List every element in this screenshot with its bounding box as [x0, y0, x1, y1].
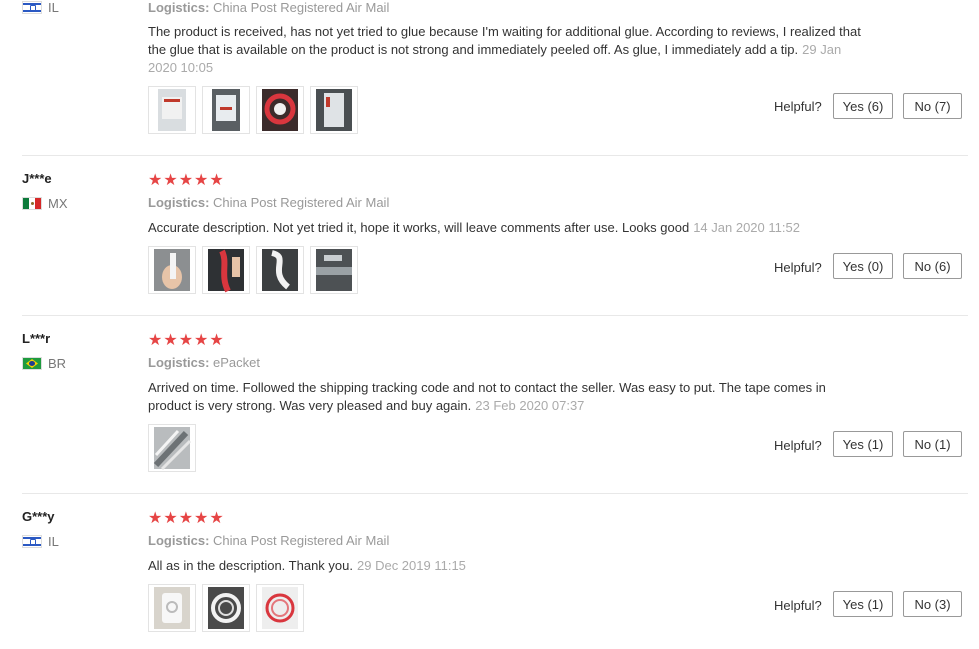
star-icon: ★	[209, 510, 225, 527]
reviewer-name: L***r	[22, 331, 51, 346]
star-icon: ★	[163, 510, 179, 527]
helpful-yes-button[interactable]: Yes (1)	[833, 591, 893, 617]
logistics-label: Logistics:	[148, 0, 210, 15]
photo-red-coil-icon[interactable]	[256, 584, 304, 632]
review-photos	[148, 86, 358, 134]
reviewer-country: IL	[22, 534, 59, 549]
star-icon: ★	[148, 332, 164, 349]
helpful-label: Helpful?	[774, 260, 822, 275]
review-date: 23 Feb 2020 07:37	[475, 398, 585, 413]
review-body: The product is received, has not yet tri…	[148, 24, 861, 57]
star-icon: ★	[194, 510, 210, 527]
photo-tape-package-icon[interactable]	[148, 86, 196, 134]
logistics-label: Logistics:	[148, 355, 210, 370]
photo-white-strip-coil-icon[interactable]	[256, 246, 304, 294]
israel-flag-icon	[22, 535, 42, 548]
review-text: All as in the description. Thank you. 29 …	[148, 557, 868, 575]
helpful-label: Helpful?	[774, 438, 822, 453]
logistics-info: Logistics: ePacket	[148, 355, 260, 370]
mexico-flag-icon	[22, 197, 42, 210]
logistics-label: Logistics:	[148, 533, 210, 548]
star-icon: ★	[209, 332, 225, 349]
country-code: IL	[48, 534, 59, 549]
photo-white-bag-icon[interactable]	[148, 584, 196, 632]
logistics-method: China Post Registered Air Mail	[213, 195, 390, 210]
review-date: 14 Jan 2020 11:52	[693, 220, 800, 235]
helpful-label: Helpful?	[774, 99, 822, 114]
star-icon: ★	[178, 510, 195, 527]
helpful-yes-button[interactable]: Yes (6)	[833, 93, 893, 119]
helpful-no-button[interactable]: No (6)	[903, 253, 962, 279]
reviewer-country: MX	[22, 196, 68, 211]
star-icon: ★	[163, 332, 179, 349]
review-text: The product is received, has not yet tri…	[148, 23, 868, 77]
reviewer-name: G***y	[22, 509, 55, 524]
country-code: BR	[48, 356, 67, 371]
review-date: 29 Dec 2019 11:15	[357, 558, 466, 573]
review-divider	[22, 493, 968, 494]
star-icon: ★	[194, 332, 210, 349]
star-icon: ★	[178, 172, 195, 189]
review-divider	[22, 155, 968, 156]
star-icon: ★	[209, 172, 225, 189]
photo-white-coil-icon[interactable]	[202, 584, 250, 632]
star-icon: ★	[148, 172, 164, 189]
review-text: Accurate description. Not yet tried it, …	[148, 219, 868, 237]
review-body: All as in the description. Thank you.	[148, 558, 353, 573]
logistics-label: Logistics:	[148, 195, 210, 210]
helpful-no-button[interactable]: No (1)	[903, 431, 962, 457]
reviewer-country: BR	[22, 356, 66, 371]
star-rating: ★★★★★	[148, 508, 225, 528]
review-divider	[22, 315, 968, 316]
review-photos	[148, 246, 358, 294]
photo-hand-holding-strip-icon[interactable]	[148, 246, 196, 294]
photo-red-tape-roll-icon[interactable]	[256, 86, 304, 134]
country-code: MX	[48, 196, 68, 211]
helpful-no-button[interactable]: No (3)	[903, 591, 962, 617]
logistics-method: ePacket	[213, 355, 261, 370]
country-code: IL	[48, 0, 59, 15]
review-text: Arrived on time. Followed the shipping t…	[148, 379, 868, 415]
star-rating: ★★★★★	[148, 170, 225, 190]
star-icon: ★	[148, 510, 164, 527]
photo-installed-strip-icon[interactable]	[148, 424, 196, 472]
review-photos	[148, 424, 196, 472]
photo-tape-roll-icon[interactable]	[310, 86, 358, 134]
reviewer-country: IL	[22, 0, 59, 15]
logistics-method: China Post Registered Air Mail	[213, 533, 390, 548]
logistics-method: China Post Registered Air Mail	[213, 0, 390, 15]
reviewer-name: J***e	[22, 171, 52, 186]
brazil-flag-icon	[22, 357, 42, 370]
star-icon: ★	[178, 332, 195, 349]
review-photos	[148, 584, 304, 632]
helpful-no-button[interactable]: No (7)	[903, 93, 962, 119]
star-rating: ★★★★★	[148, 330, 225, 350]
helpful-label: Helpful?	[774, 598, 822, 613]
israel-flag-icon	[22, 1, 42, 14]
helpful-yes-button[interactable]: Yes (0)	[833, 253, 893, 279]
star-icon: ★	[163, 172, 179, 189]
logistics-info: Logistics: China Post Registered Air Mai…	[148, 533, 389, 548]
photo-tape-package-icon[interactable]	[202, 86, 250, 134]
star-icon: ★	[194, 172, 210, 189]
helpful-yes-button[interactable]: Yes (1)	[833, 431, 893, 457]
review-body: Accurate description. Not yet tried it, …	[148, 220, 690, 235]
logistics-info: Logistics: China Post Registered Air Mai…	[148, 0, 389, 15]
photo-red-strip-icon[interactable]	[202, 246, 250, 294]
photo-car-detail-icon[interactable]	[310, 246, 358, 294]
logistics-info: Logistics: China Post Registered Air Mai…	[148, 195, 389, 210]
